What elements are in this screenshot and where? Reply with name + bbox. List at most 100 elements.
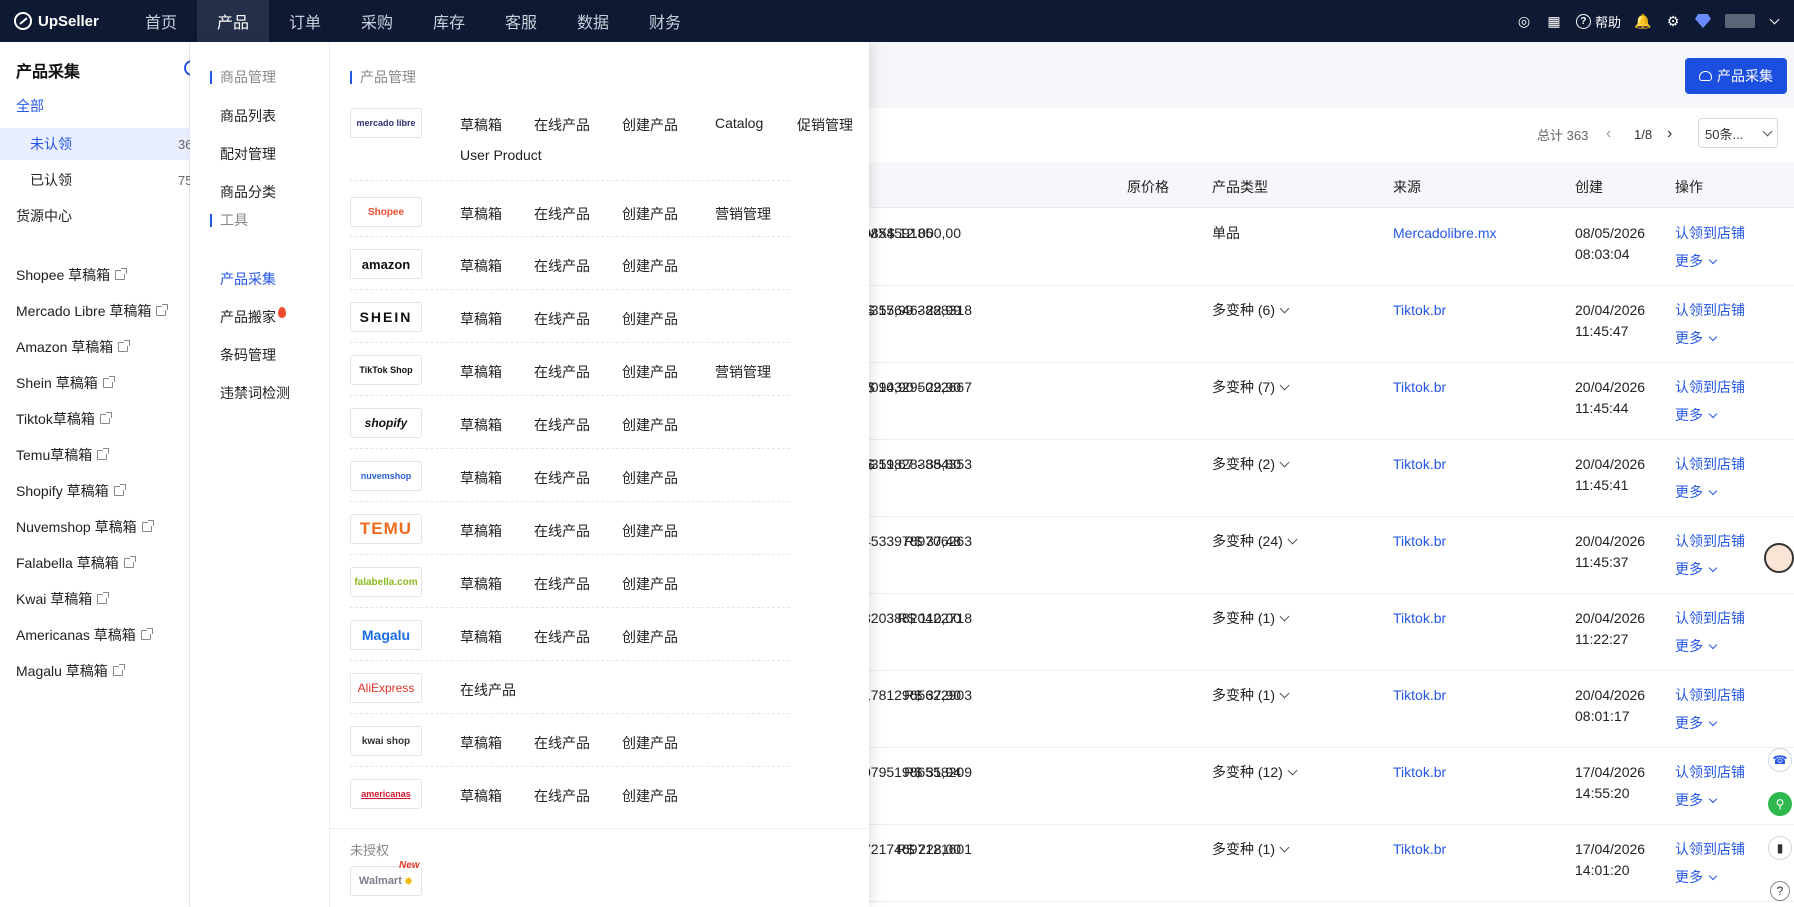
product-collect-button[interactable]: 产品采集: [1685, 58, 1787, 94]
platform-link[interactable]: 在线产品: [534, 256, 590, 276]
platform-link[interactable]: 在线产品: [534, 362, 590, 382]
platform-link[interactable]: 草稿箱: [460, 256, 502, 276]
product-type[interactable]: 多变种 (2): [1212, 454, 1290, 475]
source-link[interactable]: Tiktok.br: [1393, 454, 1446, 475]
platform-link[interactable]: 在线产品: [534, 204, 590, 224]
draft-link[interactable]: Kwai 草稿箱: [16, 589, 110, 609]
platform-link[interactable]: 在线产品: [534, 309, 590, 329]
platform-link[interactable]: 在线产品: [534, 733, 590, 753]
draft-link[interactable]: Magalu 草稿箱: [16, 661, 125, 681]
draft-link[interactable]: Mercado Libre 草稿箱: [16, 301, 169, 321]
globe-icon[interactable]: ◎: [1516, 13, 1532, 29]
platform-link[interactable]: 创建产品: [622, 115, 678, 135]
platform-link[interactable]: 在线产品: [534, 415, 590, 435]
product-type[interactable]: 多变种 (1): [1212, 839, 1290, 860]
source-link[interactable]: Mercadolibre.mx: [1393, 223, 1496, 244]
more-actions[interactable]: 更多: [1675, 636, 1718, 657]
claim-to-store-link[interactable]: 认领到店铺: [1675, 608, 1745, 629]
bell-icon[interactable]: 🔔: [1634, 13, 1651, 29]
platform-link[interactable]: 草稿箱: [460, 204, 502, 224]
platform-link[interactable]: 在线产品: [460, 680, 516, 700]
menu-item[interactable]: 产品搬家: [220, 307, 286, 327]
phone-icon[interactable]: ▮: [1768, 836, 1792, 860]
platform-link[interactable]: 草稿箱: [460, 574, 502, 594]
platform-logo[interactable]: TikTok Shop: [350, 355, 422, 385]
platform-link[interactable]: 在线产品: [534, 574, 590, 594]
platform-logo[interactable]: amazon: [350, 249, 422, 279]
nav-item[interactable]: 客服: [485, 0, 557, 42]
account-avatar[interactable]: [1725, 14, 1755, 28]
product-type[interactable]: 多变种 (1): [1212, 685, 1290, 706]
menu-item[interactable]: 产品采集: [220, 269, 276, 289]
menu-item[interactable]: 商品列表: [220, 106, 276, 126]
platform-link[interactable]: 创建产品: [622, 362, 678, 382]
platform-link[interactable]: 草稿箱: [460, 627, 502, 647]
more-actions[interactable]: 更多: [1675, 482, 1718, 503]
claim-to-store-link[interactable]: 认领到店铺: [1675, 377, 1745, 398]
claim-to-store-link[interactable]: 认领到店铺: [1675, 839, 1745, 860]
platform-link[interactable]: 创建产品: [622, 733, 678, 753]
search-icon[interactable]: ⚲: [1768, 792, 1792, 816]
draft-link[interactable]: Falabella 草稿箱: [16, 553, 136, 573]
draft-link[interactable]: Nuvemshop 草稿箱: [16, 517, 154, 537]
platform-link[interactable]: 创建产品: [622, 468, 678, 488]
source-link[interactable]: Tiktok.br: [1393, 300, 1446, 321]
product-type[interactable]: 多变种 (7): [1212, 377, 1290, 398]
draft-link[interactable]: Shopee 草稿箱: [16, 265, 128, 285]
apps-icon[interactable]: ▦: [1546, 13, 1562, 29]
platform-link[interactable]: 在线产品: [534, 468, 590, 488]
more-actions[interactable]: 更多: [1675, 713, 1718, 734]
assistant-avatar-icon[interactable]: [1764, 543, 1794, 573]
claim-to-store-link[interactable]: 认领到店铺: [1675, 685, 1745, 706]
platform-link[interactable]: 创建产品: [622, 256, 678, 276]
platform-link[interactable]: 草稿箱: [460, 468, 502, 488]
platform-link[interactable]: 草稿箱: [460, 521, 502, 541]
platform-logo[interactable]: americanas: [350, 779, 422, 809]
next-page-icon[interactable]: ›: [1667, 118, 1672, 150]
platform-logo[interactable]: Magalu: [350, 620, 422, 650]
nav-item[interactable]: 采购: [341, 0, 413, 42]
source-link[interactable]: Tiktok.br: [1393, 608, 1446, 629]
claim-to-store-link[interactable]: 认领到店铺: [1675, 223, 1745, 244]
platform-logo[interactable]: shopify: [350, 408, 422, 438]
platform-link[interactable]: 创建产品: [622, 309, 678, 329]
platform-link[interactable]: 营销管理: [715, 204, 771, 224]
page-size-select[interactable]: 50条...: [1698, 118, 1778, 148]
claim-to-store-link[interactable]: 认领到店铺: [1675, 300, 1745, 321]
platform-link[interactable]: 草稿箱: [460, 733, 502, 753]
claim-to-store-link[interactable]: 认领到店铺: [1675, 454, 1745, 475]
platform-link[interactable]: User Product: [460, 147, 542, 163]
draft-link[interactable]: Tiktok草稿箱: [16, 409, 112, 429]
menu-item[interactable]: 违禁词检测: [220, 383, 290, 403]
help-button[interactable]: ? 帮助: [1575, 12, 1621, 31]
more-actions[interactable]: 更多: [1675, 328, 1718, 349]
draft-link[interactable]: Amazon 草稿箱: [16, 337, 131, 357]
product-type[interactable]: 多变种 (1): [1212, 608, 1290, 629]
nav-item[interactable]: 财务: [629, 0, 701, 42]
more-actions[interactable]: 更多: [1675, 559, 1718, 580]
nav-item[interactable]: 库存: [413, 0, 485, 42]
more-actions[interactable]: 更多: [1675, 790, 1718, 811]
source-link[interactable]: Tiktok.br: [1393, 762, 1446, 783]
platform-link[interactable]: 创建产品: [622, 574, 678, 594]
menu-item[interactable]: 配对管理: [220, 144, 276, 164]
sidebar-item-all[interactable]: 全部: [0, 90, 190, 122]
chevron-down-icon[interactable]: [1769, 14, 1780, 24]
platform-logo[interactable]: TEMU: [350, 514, 422, 544]
draft-link[interactable]: Temu草稿箱: [16, 445, 110, 465]
platform-link[interactable]: 草稿箱: [460, 309, 502, 329]
product-type[interactable]: 多变种 (24): [1212, 531, 1298, 552]
nav-item[interactable]: 数据: [557, 0, 629, 42]
platform-link[interactable]: 草稿箱: [460, 415, 502, 435]
draft-link[interactable]: Shopify 草稿箱: [16, 481, 126, 501]
prev-page-icon[interactable]: ‹: [1606, 118, 1611, 150]
platform-logo[interactable]: falabella.com: [350, 567, 422, 597]
source-link[interactable]: Tiktok.br: [1393, 685, 1446, 706]
platform-link[interactable]: 草稿箱: [460, 115, 502, 135]
more-actions[interactable]: 更多: [1675, 867, 1718, 888]
nav-item[interactable]: 订单: [269, 0, 341, 42]
platform-logo[interactable]: AliExpress: [350, 673, 422, 703]
gear-icon[interactable]: ⚙: [1665, 13, 1681, 29]
claim-to-store-link[interactable]: 认领到店铺: [1675, 762, 1745, 783]
platform-link[interactable]: 创建产品: [622, 627, 678, 647]
